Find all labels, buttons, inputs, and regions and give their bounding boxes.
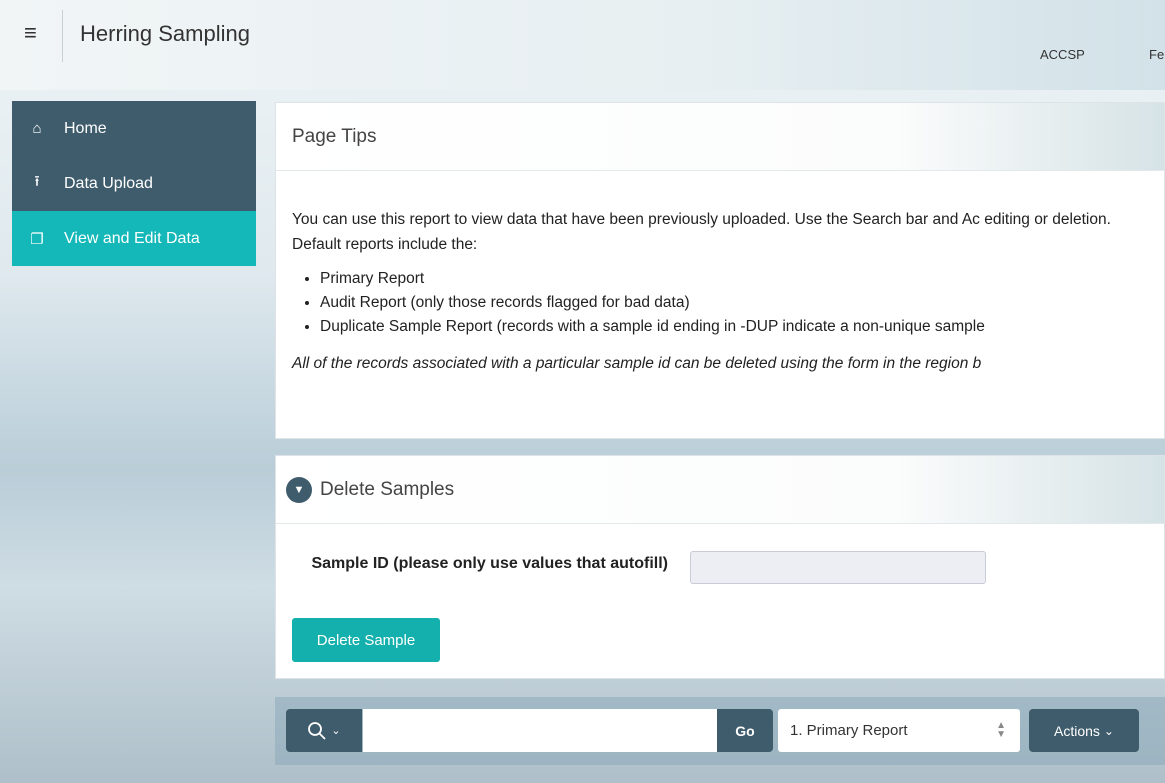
top-header: ≡ Herring Sampling ACCSP Fe (0, 0, 1165, 90)
tips-note: All of the records associated with a par… (292, 355, 982, 372)
delete-samples-header[interactable]: ▼ Delete Samples (276, 456, 1164, 524)
sample-id-label: Sample ID (please only use values that a… (311, 555, 668, 572)
page-tips-panel: Page Tips You can use this report to vie… (275, 102, 1165, 439)
chevron-down-icon: ⌄ (1103, 723, 1114, 738)
search-icon (308, 721, 327, 740)
report-select[interactable]: 1. Primary Report ▲ ▼ (778, 709, 1020, 752)
home-icon: ⌂ (32, 120, 42, 137)
list-item: Audit Report (only those records flagged… (320, 291, 1148, 315)
copy-icon: ❐ (30, 230, 44, 248)
sidebar-item-label: Data Upload (64, 174, 153, 192)
tips-list: Primary Report Audit Report (only those … (292, 267, 1148, 339)
list-item: Primary Report (320, 267, 1148, 291)
sidebar-item-data-upload[interactable]: ⭱ Data Upload (12, 156, 256, 211)
delete-samples-title: Delete Samples (320, 478, 455, 500)
go-button[interactable]: Go (717, 709, 773, 752)
report-select-value: 1. Primary Report (790, 722, 908, 739)
hamburger-icon[interactable]: ≡ (24, 22, 37, 44)
collapse-toggle-icon[interactable]: ▼ (286, 476, 312, 503)
nav-link-accsp[interactable]: ACCSP (1040, 47, 1085, 62)
actions-label: Actions (1054, 722, 1100, 739)
sidebar-item-home[interactable]: ⌂ Home (12, 101, 256, 156)
nav-link-fe[interactable]: Fe (1149, 47, 1164, 62)
select-arrows-icon: ▲ ▼ (996, 720, 1006, 740)
chevron-down-icon: ⌄ (331, 725, 341, 737)
list-item: Duplicate Sample Report (records with a … (320, 315, 1148, 339)
delete-sample-button[interactable]: Delete Sample (292, 618, 440, 662)
upload-icon: ⭱ (34, 173, 40, 190)
sidebar-item-label: View and Edit Data (64, 229, 200, 247)
search-input[interactable] (363, 709, 717, 752)
sample-id-input[interactable] (690, 551, 986, 584)
sidebar: ⌂ Home ⭱ Data Upload ❐ View and Edit Dat… (12, 101, 256, 266)
report-toolbar: ⌄ Go 1. Primary Report ▲ ▼ Actions ⌄ (275, 697, 1165, 765)
page-tips-body: You can use this report to view data tha… (276, 171, 1164, 376)
delete-samples-panel: ▼ Delete Samples Sample ID (please only … (275, 455, 1165, 679)
header-divider (62, 10, 63, 62)
search-column-button[interactable]: ⌄ (286, 709, 362, 752)
sidebar-item-view-edit-data[interactable]: ❐ View and Edit Data (12, 211, 256, 266)
page-tips-title: Page Tips (276, 103, 1164, 171)
actions-button[interactable]: Actions ⌄ (1029, 709, 1139, 752)
sidebar-item-label: Home (64, 119, 107, 137)
app-title: Herring Sampling (80, 21, 250, 46)
tips-intro: You can use this report to view data tha… (292, 211, 1111, 253)
